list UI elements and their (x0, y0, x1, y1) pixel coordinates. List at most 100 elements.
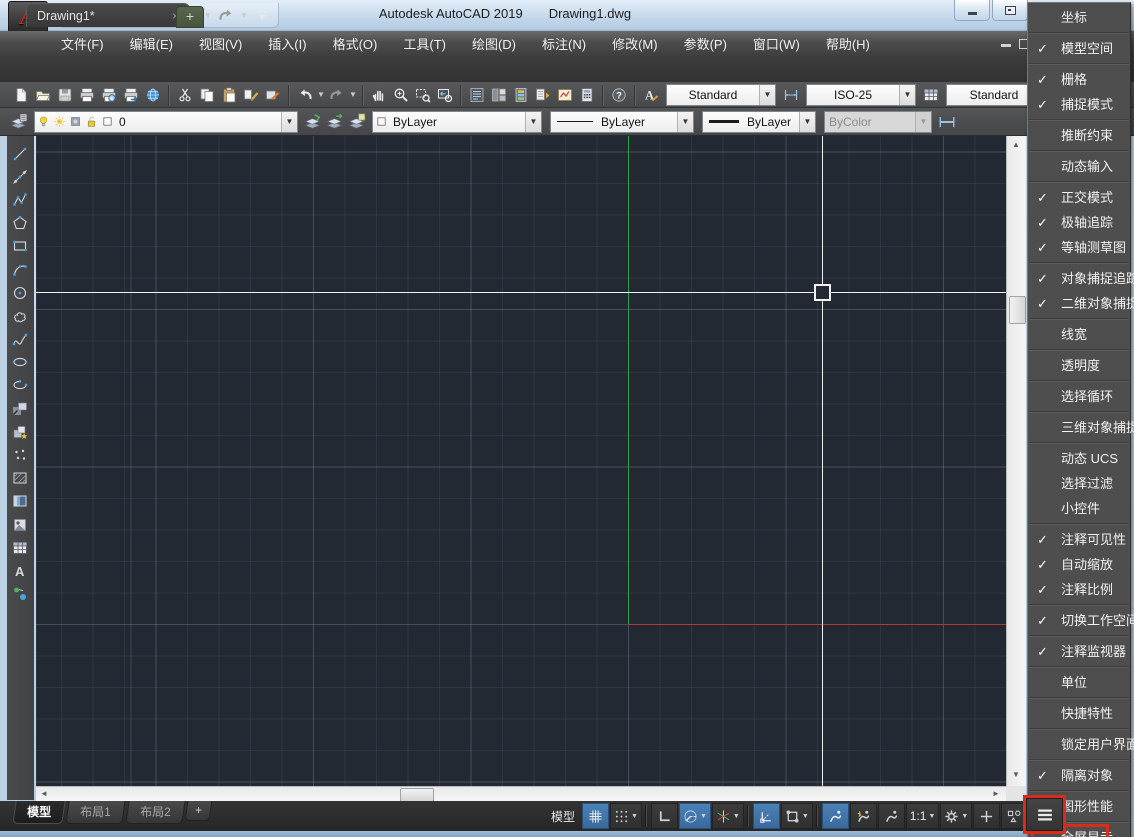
menu-item-3[interactable]: 插入(I) (255, 30, 319, 57)
draw-revision-cloud-button[interactable] (9, 305, 31, 327)
status-workspace-gear-dropdown-icon[interactable]: ▼ (961, 813, 968, 820)
right-menu-item[interactable]: 小控件 (1028, 496, 1130, 521)
toolbar-undo-button[interactable] (294, 84, 316, 106)
toolbar-cut-button[interactable] (174, 84, 196, 106)
right-menu-item[interactable]: ✓模型空间 (1028, 36, 1130, 61)
toolbar-markup-set-manager-button[interactable] (554, 84, 576, 106)
layout-tab-0[interactable]: 模型 (12, 801, 65, 824)
status-workspace-gear-button[interactable]: ▼ (940, 803, 972, 829)
draw-polygon-button[interactable] (9, 212, 31, 234)
right-menu-item[interactable]: 推断约束 (1028, 123, 1130, 148)
vertical-scrollbar[interactable]: ▲ ▼ (1006, 136, 1026, 786)
right-menu-item[interactable]: 透明度 (1028, 353, 1130, 378)
toolbar-dim-style-button[interactable] (780, 84, 802, 106)
combo-caret-icon[interactable]: ▼ (525, 112, 541, 132)
status-osnap-button[interactable]: ▼ (781, 803, 813, 829)
draw-circle-button[interactable] (9, 282, 31, 304)
right-menu-item[interactable]: 坐标 (1028, 5, 1130, 30)
menu-item-5[interactable]: 工具(T) (390, 30, 459, 57)
horizontal-scroll-thumb[interactable] (400, 788, 434, 802)
toolbar-batch-plot-button[interactable] (120, 84, 142, 106)
status-osnap-dropdown-icon[interactable]: ▼ (802, 813, 809, 820)
menu-item-7[interactable]: 标注(N) (529, 30, 599, 57)
horizontal-scrollbar[interactable]: ◄ ► (36, 786, 1006, 801)
draw-multiline-text-button[interactable]: A (9, 560, 31, 582)
customization-menu-button[interactable] (1026, 798, 1063, 831)
toolbar-copy-button[interactable] (196, 84, 218, 106)
right-menu-item[interactable]: ✓捕捉模式 (1028, 92, 1130, 117)
right-menu-item[interactable]: ✓对象捕捉追踪 (1028, 266, 1130, 291)
status-isolate-button[interactable] (973, 803, 1000, 829)
toolbar-zoom-window-button[interactable] (412, 84, 434, 106)
combo-caret-icon[interactable]: ▼ (759, 85, 775, 105)
right-menu-item[interactable]: 动态 UCS (1028, 446, 1130, 471)
menu-item-10[interactable]: 窗口(W) (740, 30, 813, 57)
lineweight-settings-button[interactable] (936, 111, 958, 133)
right-menu-item[interactable]: ✓二维对象捕捉 (1028, 291, 1130, 316)
color-combo[interactable]: ByLayer▼ (372, 111, 542, 133)
toolbar-save-button[interactable] (54, 84, 76, 106)
toolbar-undo-dropdown-icon[interactable]: ▼ (316, 90, 326, 99)
draw-table-button[interactable] (9, 537, 31, 559)
make-object-layer-button[interactable] (302, 111, 324, 133)
status-annotation-scale-button[interactable] (878, 803, 905, 829)
toolbar-tool-palettes-button[interactable] (510, 84, 532, 106)
right-menu-item[interactable]: 三维对象捕捉 (1028, 415, 1130, 440)
draw-construction-line-button[interactable] (9, 166, 31, 188)
linetype-combo[interactable]: ByLayer▼ (550, 111, 694, 133)
toolbar-web-publish-button[interactable] (142, 84, 164, 106)
status-ortho-button[interactable] (651, 803, 678, 829)
draw-hatch-button[interactable] (9, 467, 31, 489)
draw-point-button[interactable] (9, 444, 31, 466)
status-customization-button[interactable] (1001, 803, 1028, 829)
scroll-left-icon[interactable]: ◄ (36, 787, 52, 801)
toolbar-match-properties-button[interactable] (240, 84, 262, 106)
toolbar-table-style-button[interactable] (920, 84, 942, 106)
file-tab-drawing1[interactable]: Drawing1* × (26, 3, 190, 27)
toolbar-properties-button[interactable] (466, 84, 488, 106)
right-menu-item[interactable]: ✓自动缩放 (1028, 552, 1130, 577)
status-isodraft-dropdown-icon[interactable]: ▼ (733, 813, 740, 820)
toolbar-zoom-previous-button[interactable] (434, 84, 456, 106)
vertical-scroll-thumb[interactable] (1009, 296, 1026, 324)
status-polar-button[interactable]: ▼ (679, 803, 711, 829)
right-menu-item[interactable]: ✓等轴测草图 (1028, 235, 1130, 260)
layout-tab-2[interactable]: 布局2 (125, 801, 185, 824)
layout-tab-1[interactable]: 布局1 (65, 801, 125, 824)
right-menu-item[interactable]: 线宽 (1028, 322, 1130, 347)
right-menu-item[interactable]: 选择过滤 (1028, 471, 1130, 496)
draw-ellipse-button[interactable] (9, 351, 31, 373)
draw-rectangle-button[interactable] (9, 235, 31, 257)
draw-ellipse-arc-button[interactable] (9, 374, 31, 396)
status-otrack-button[interactable] (753, 803, 780, 829)
doc-minimize-icon[interactable] (1001, 44, 1011, 47)
draw-point-style-button[interactable] (9, 583, 31, 605)
menu-item-6[interactable]: 绘图(D) (459, 30, 529, 57)
menu-item-11[interactable]: 帮助(H) (813, 30, 883, 57)
new-tab-button[interactable]: + (176, 6, 204, 28)
status-isodraft-button[interactable]: ▼ (712, 803, 744, 829)
status-snap-dropdown-icon[interactable]: ▼ (631, 813, 638, 820)
toolbar-paste-button[interactable] (218, 84, 240, 106)
right-menu-item[interactable]: ✓正交模式 (1028, 185, 1130, 210)
toolbar-text-style-button[interactable]: A (640, 84, 662, 106)
drawing-canvas[interactable] (36, 136, 1006, 786)
text-style-combo[interactable]: Standard▼ (666, 84, 776, 106)
status-annotation-visibility-button[interactable] (822, 803, 849, 829)
menu-item-4[interactable]: 格式(O) (320, 30, 391, 57)
draw-polyline-button[interactable] (9, 189, 31, 211)
right-menu-item[interactable]: ✓注释可见性 (1028, 527, 1130, 552)
dim-style-combo[interactable]: ISO-25▼ (806, 84, 916, 106)
draw-arc-button[interactable] (9, 259, 31, 281)
add-layout-tab-button[interactable]: + (185, 801, 213, 821)
status-scale-button[interactable]: 1:1▼ (906, 803, 940, 829)
scroll-down-icon[interactable]: ▼ (1008, 768, 1024, 782)
right-menu-item[interactable]: ✓注释比例 (1028, 577, 1130, 602)
combo-caret-icon[interactable]: ▼ (677, 112, 693, 132)
right-menu-item[interactable]: ✓极轴追踪 (1028, 210, 1130, 235)
draw-region-button[interactable] (9, 514, 31, 536)
toolbar-help-button[interactable]: ? (608, 84, 630, 106)
right-menu-item[interactable]: 选择循环 (1028, 384, 1130, 409)
scroll-right-icon[interactable]: ► (988, 787, 1004, 801)
toolbar-new-file-button[interactable] (10, 84, 32, 106)
